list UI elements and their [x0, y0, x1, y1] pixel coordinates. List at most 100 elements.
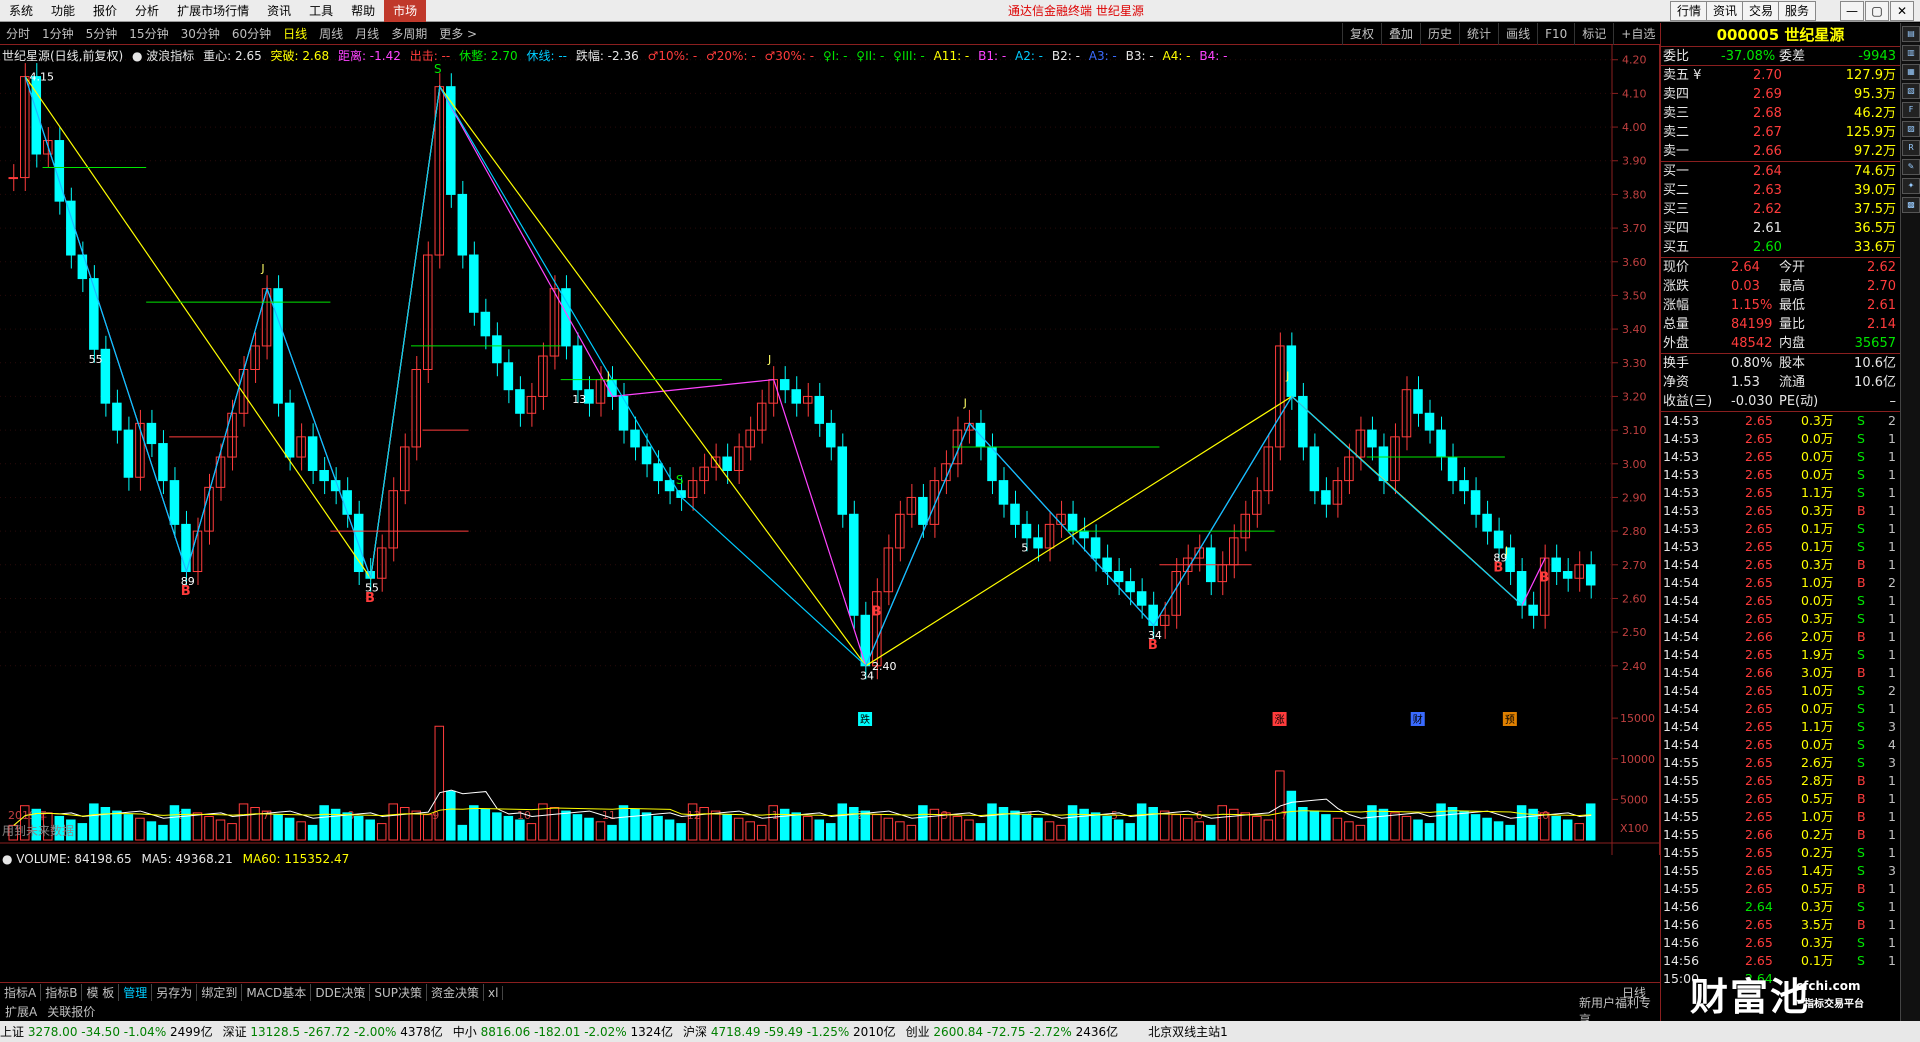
tab-multi-period[interactable]: 多周期: [385, 25, 433, 42]
val-qii: ♀II: -: [856, 49, 885, 63]
tab-timeshare[interactable]: 分时: [0, 25, 36, 42]
top-news-button[interactable]: 资讯: [1706, 1, 1745, 21]
index-quote[interactable]: 沪深 4718.49 -59.49 -1.25% 2010亿: [683, 1023, 896, 1040]
tab-manage[interactable]: 管理: [119, 984, 153, 1001]
index-quote[interactable]: 中小 8816.06 -182.01 -2.02% 1324亿: [453, 1023, 673, 1040]
strip-calendar-icon[interactable]: ▩: [1902, 197, 1920, 213]
index-value: 13128.5 -267.72 -2.00%: [250, 1025, 401, 1039]
tab-macd[interactable]: MACD基本: [242, 984, 312, 1001]
adjust-button[interactable]: 复权: [1342, 23, 1381, 45]
tick-volume: 0.2万: [1801, 827, 1834, 842]
menu-help[interactable]: 帮助: [342, 0, 384, 22]
tab-sup[interactable]: SUP决策: [370, 984, 428, 1001]
volume-bar: [826, 823, 836, 841]
strip-list-icon[interactable]: ▧: [1902, 83, 1920, 99]
f10-button[interactable]: F10: [1537, 23, 1574, 45]
menu-system[interactable]: 系统: [0, 0, 42, 22]
tab-30min[interactable]: 30分钟: [175, 25, 226, 42]
candle-body: [353, 513, 364, 573]
tab-5min[interactable]: 5分钟: [80, 25, 124, 42]
tab-1min[interactable]: 1分钟: [36, 25, 80, 42]
tdx-terminal-window: 系统 功能 报价 分析 扩展市场行情 资讯 工具 帮助 市场 通达信金融终端 世…: [0, 0, 1920, 1042]
volume-bar: [572, 814, 583, 841]
strip-bar-icon[interactable]: ▥: [1902, 45, 1920, 61]
add-watchlist-button[interactable]: +自选: [1613, 23, 1662, 45]
tick-count: 1: [1888, 557, 1896, 572]
ask-price: 2.68: [1753, 106, 1782, 121]
overlay-button[interactable]: 叠加: [1381, 23, 1420, 45]
tab-fund[interactable]: 资金决策: [427, 984, 485, 1001]
index-quote[interactable]: 上证 3278.00 -34.50 -1.04% 2499亿: [0, 1023, 213, 1040]
top-quote-button[interactable]: 行情: [1670, 1, 1709, 21]
history-button[interactable]: 历史: [1420, 23, 1459, 45]
volume-value[interactable]: ● VOLUME: 84198.65: [2, 852, 132, 866]
tab-extension-a[interactable]: 扩展A: [0, 1003, 42, 1020]
strip-grid-icon[interactable]: ▨: [1902, 121, 1920, 137]
menu-function[interactable]: 功能: [42, 0, 84, 22]
menu-tools[interactable]: 工具: [300, 0, 342, 22]
tick-row: 14:56 2.65 0.3万 S 1: [1661, 934, 1900, 952]
index-quote[interactable]: 深证 13128.5 -267.72 -2.00% 4378亿: [223, 1023, 443, 1040]
tab-60min[interactable]: 60分钟: [226, 25, 277, 42]
volume-bar: [1344, 821, 1354, 841]
val-a2: A2: -: [1014, 49, 1044, 63]
kline-chart-area[interactable]: 4.20 4.10 4.00 3.90 3.80 3.70 3.60 3.50 3.40 3.30…: [0, 45, 1660, 855]
draw-line-button[interactable]: 画线: [1498, 23, 1537, 45]
tick-list[interactable]: 14:53 2.65 0.3万 S 2 14:53 2.65 0.0万 S 1 14:53 2.65 0…: [1661, 412, 1900, 988]
tick-price: 2.64: [1745, 899, 1773, 914]
tick-side: S: [1857, 647, 1865, 662]
ask-row: 卖四 2.69 95.3万: [1661, 85, 1900, 104]
tab-monthly[interactable]: 月线: [349, 25, 385, 42]
tick-price: 2.65: [1745, 773, 1773, 788]
tick-price: 2.65: [1745, 791, 1773, 806]
volume-bar: [779, 808, 790, 841]
menu-ext-market[interactable]: 扩展市场行情: [168, 0, 258, 22]
stats-button[interactable]: 统计: [1459, 23, 1498, 45]
tab-xl[interactable]: xl: [484, 985, 504, 1000]
menu-news[interactable]: 资讯: [258, 0, 300, 22]
tab-indicator-b[interactable]: 指标B: [41, 984, 83, 1001]
strip-pen-icon[interactable]: ✎: [1902, 159, 1920, 175]
volume-bar: [895, 821, 905, 841]
stat-value: 2.64: [1731, 260, 1760, 275]
close-button[interactable]: ✕: [1890, 1, 1914, 21]
tab-more[interactable]: 更多 >: [433, 25, 483, 42]
tick-count: 1: [1888, 809, 1896, 824]
top-trade-button[interactable]: 交易: [1742, 1, 1781, 21]
minimize-button[interactable]: —: [1840, 1, 1864, 21]
strip-star-icon[interactable]: ✦: [1902, 178, 1920, 194]
stat-label: 涨幅: [1663, 298, 1690, 313]
tick-side: S: [1857, 683, 1865, 698]
bid-volume: 37.5万: [1854, 202, 1896, 217]
tick-count: 3: [1888, 755, 1896, 770]
maximize-button[interactable]: ▢: [1865, 1, 1889, 21]
top-service-button[interactable]: 服务: [1778, 1, 1817, 21]
strip-chart-icon[interactable]: ▤: [1902, 26, 1920, 42]
tab-save-as[interactable]: 另存为: [152, 984, 198, 1001]
tab-daily[interactable]: 日线: [277, 25, 313, 42]
strip-f10-icon[interactable]: F: [1902, 102, 1920, 118]
tab-indicator-a[interactable]: 指标A: [0, 984, 42, 1001]
strip-kline-icon[interactable]: ▦: [1902, 64, 1920, 80]
menu-quote[interactable]: 报价: [84, 0, 126, 22]
strip-rsi-icon[interactable]: R: [1902, 140, 1920, 156]
tab-bind-to[interactable]: 绑定到: [197, 984, 243, 1001]
tab-15min[interactable]: 15分钟: [123, 25, 174, 42]
menu-analysis[interactable]: 分析: [126, 0, 168, 22]
tab-dde[interactable]: DDE决策: [311, 984, 371, 1001]
tick-count: 1: [1888, 467, 1896, 482]
tick-side: B: [1857, 881, 1866, 896]
tab-weekly[interactable]: 周线: [313, 25, 349, 42]
indicator-name[interactable]: ● 波浪指标: [132, 49, 194, 63]
tick-volume: 1.1万: [1801, 719, 1834, 734]
volume-bar: [1413, 819, 1423, 841]
kline-chart[interactable]: 4.20 4.10 4.00 3.90 3.80 3.70 3.60 3.50 3.40 3.30…: [0, 45, 1660, 855]
tick-volume: 1.0万: [1801, 575, 1834, 590]
tab-template[interactable]: 模 板: [82, 984, 120, 1001]
val-p30: ♂30%: -: [764, 49, 815, 63]
menu-market[interactable]: 市场: [384, 0, 427, 22]
index-quote[interactable]: 创业 2600.84 -72.75 -2.72% 2436亿: [906, 1023, 1119, 1040]
ask-price: 2.66: [1753, 144, 1782, 159]
mark-button[interactable]: 标记: [1574, 23, 1613, 45]
tab-related-quote[interactable]: 关联报价: [42, 1003, 100, 1020]
